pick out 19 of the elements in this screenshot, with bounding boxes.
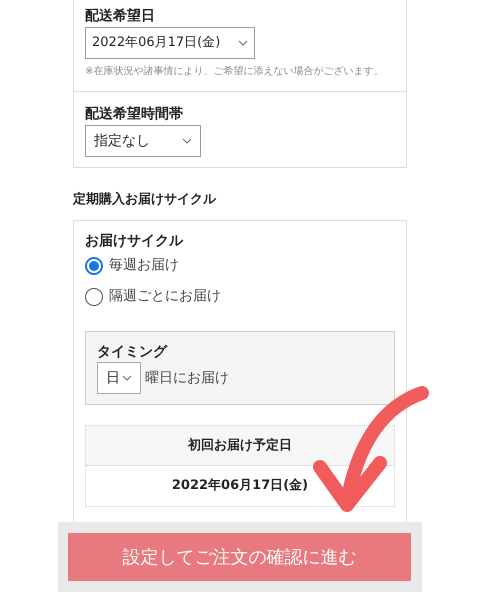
table-header: 初回お届け予定日 [86, 426, 394, 466]
weekday-select[interactable]: 日 [97, 362, 141, 394]
field-label: お届けサイクル [85, 232, 184, 251]
chevron-icon [182, 138, 192, 144]
radio-button[interactable] [85, 288, 103, 306]
table-cell-text: 2022年06月17日(金) [170, 477, 310, 496]
radio-label: 毎週お届け [109, 256, 179, 275]
radio-label: 隔週ごとにお届け [109, 287, 221, 306]
section-heading: 定期購入お届けサイクル [73, 190, 218, 209]
field-label: タイミング [97, 343, 168, 362]
note-text: ※在庫状況や諸事情により、ご希望に添えない場合がございます。 [85, 65, 384, 79]
chevron-icon [238, 40, 248, 46]
radio-button[interactable] [85, 256, 103, 274]
timing-suffix: 曜日にお届け [145, 368, 229, 388]
field-label: 配送希望時間帯 [85, 105, 184, 124]
field-label: 配送希望日 [85, 7, 156, 26]
date-select[interactable]: 2022年06月17日(金) [85, 27, 255, 59]
time-select[interactable]: 指定なし [85, 125, 201, 157]
chevron-icon [122, 375, 132, 381]
